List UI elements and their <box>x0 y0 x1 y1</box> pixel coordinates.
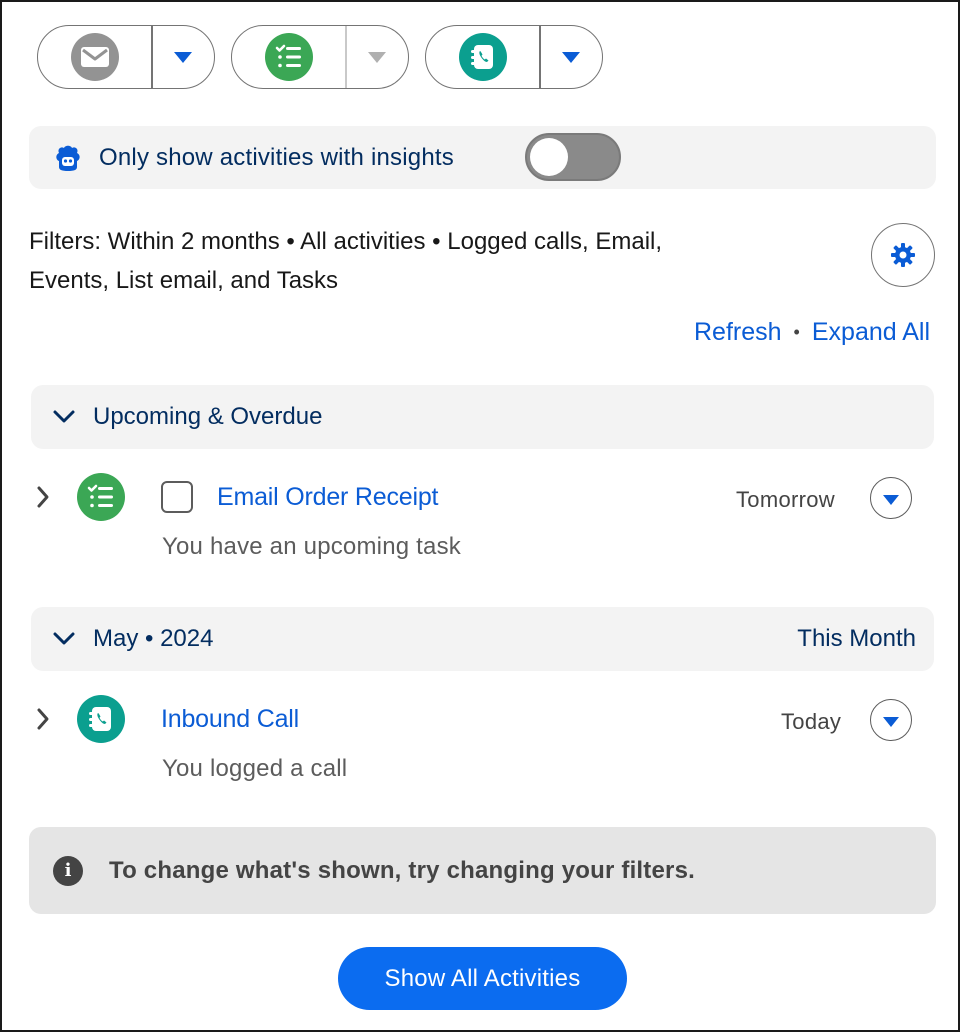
toggle-knob <box>530 138 568 176</box>
task-action-group <box>231 25 409 89</box>
new-email-button[interactable] <box>38 26 151 88</box>
section-month[interactable]: May • 2024 This Month <box>31 607 934 671</box>
new-task-button[interactable] <box>232 26 345 88</box>
task-list-icon <box>77 473 125 521</box>
section-period-label: This Month <box>797 625 916 652</box>
chevron-right-icon <box>37 708 49 730</box>
email-options-dropdown[interactable] <box>153 26 214 88</box>
filters-line-1: Filters: Within 2 months • All activitie… <box>29 228 663 255</box>
call-action-group <box>425 25 603 89</box>
section-title: Upcoming & Overdue <box>93 403 323 430</box>
task-list-icon <box>264 33 313 81</box>
task-complete-checkbox[interactable] <box>161 481 193 513</box>
show-all-activities-button[interactable]: Show All Activities <box>338 947 627 1010</box>
section-title: May • 2024 <box>93 625 214 652</box>
chevron-down-icon <box>562 51 581 63</box>
item-subtitle: You logged a call <box>162 755 348 782</box>
activity-timeline-panel: Only show activities with insights Filte… <box>0 0 960 1032</box>
info-text: To change what's shown, try changing you… <box>109 856 695 884</box>
item-title-link[interactable]: Inbound Call <box>161 705 299 734</box>
item-date: Today <box>781 709 842 734</box>
email-action-group <box>37 25 215 89</box>
insights-label: Only show activities with insights <box>99 143 454 171</box>
insights-toggle[interactable] <box>525 133 621 181</box>
expand-item-toggle[interactable] <box>32 708 54 730</box>
expand-item-toggle[interactable] <box>32 486 54 508</box>
expand-all-link[interactable]: Expand All <box>812 318 930 347</box>
filters-line-2: Events, List email, and Tasks <box>29 267 339 294</box>
filter-settings-button[interactable] <box>871 223 935 287</box>
chevron-down-icon <box>51 626 77 652</box>
envelope-icon <box>70 33 119 81</box>
chevron-down-icon <box>368 51 387 63</box>
chevron-down-icon <box>883 494 899 505</box>
refresh-link[interactable]: Refresh <box>694 318 782 347</box>
item-actions-menu[interactable] <box>870 699 912 741</box>
item-actions-menu[interactable] <box>870 477 912 519</box>
phone-book-icon <box>458 33 507 81</box>
filters-summary: Filters: Within 2 months • All activitie… <box>29 222 809 300</box>
call-options-dropdown[interactable] <box>541 26 602 88</box>
insights-filter-bar: Only show activities with insights <box>29 126 936 189</box>
task-options-dropdown[interactable] <box>347 26 408 88</box>
einstein-icon <box>53 143 83 173</box>
chevron-down-icon <box>51 404 77 430</box>
log-call-button[interactable] <box>426 26 539 88</box>
section-upcoming-overdue[interactable]: Upcoming & Overdue <box>31 385 934 449</box>
item-subtitle: You have an upcoming task <box>162 533 461 560</box>
item-title-link[interactable]: Email Order Receipt <box>217 483 438 512</box>
chevron-down-icon <box>883 716 899 727</box>
phone-book-icon <box>77 695 125 743</box>
timeline-links: Refresh • Expand All <box>694 318 930 347</box>
link-separator: • <box>793 322 800 342</box>
chevron-down-icon <box>174 51 193 63</box>
info-icon: i <box>53 855 83 886</box>
item-date: Tomorrow <box>736 487 835 512</box>
filter-info-message: i To change what's shown, try changing y… <box>29 827 936 914</box>
gear-icon <box>891 243 915 267</box>
chevron-right-icon <box>37 486 49 508</box>
